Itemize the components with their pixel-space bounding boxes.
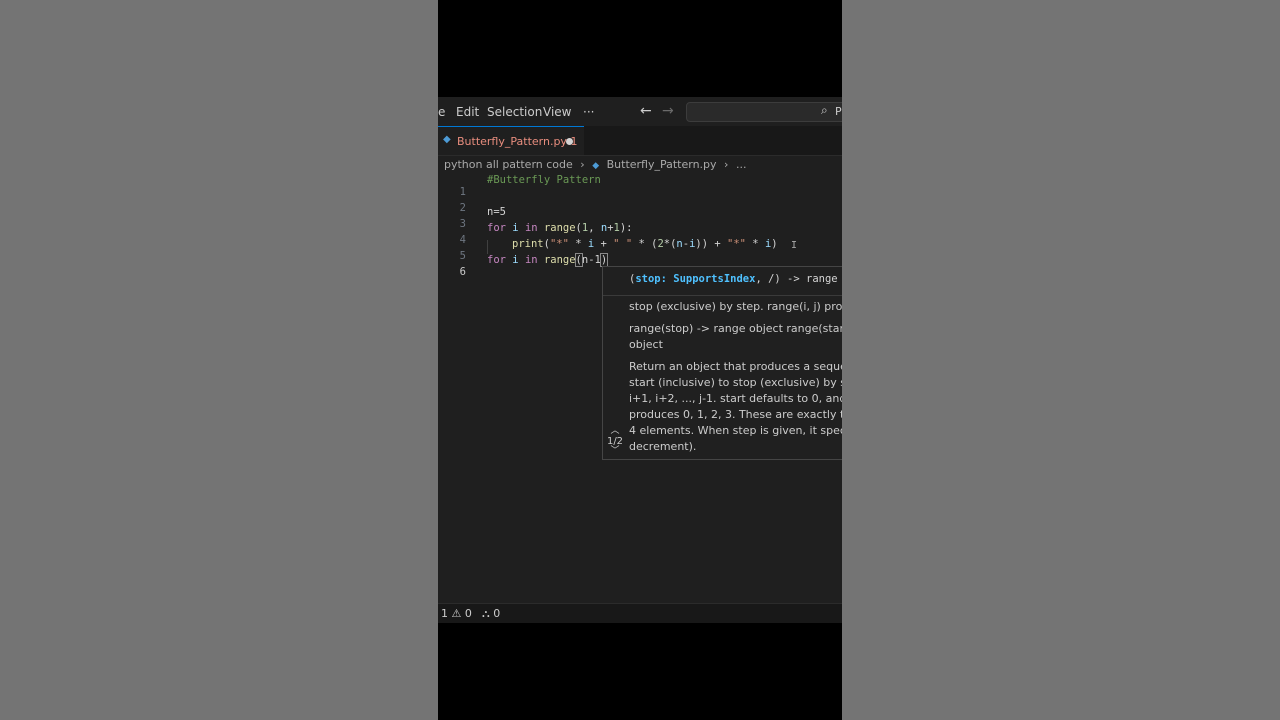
code-line: 2 [438, 190, 842, 214]
ports-status[interactable]: ⛬ 0 [482, 607, 500, 621]
print-statement-text: print("*" * i + " " * (2*(n-i)) + "*" * … [512, 238, 778, 250]
doc-line: object [629, 338, 663, 351]
for-loop-text: for i in range(1, n+1): [487, 222, 633, 234]
tab-butterfly-pattern[interactable]: ◆ Butterfly_Pattern.py 1 [438, 126, 584, 155]
broadcast-icon: ⛬ [482, 607, 490, 620]
forward-arrow-icon[interactable]: → [662, 103, 674, 119]
for-loop-text: for i in range(n-1) [487, 253, 609, 267]
doc-line: start (inclusive) to stop (exclusive) by… [629, 376, 842, 389]
line-number: 6 [459, 266, 466, 278]
breadcrumb: python all pattern code › ◆ Butterfly_Pa… [444, 158, 750, 171]
code-line: 4 for i in range(1, n+1): [438, 222, 842, 246]
code-line: 5 print("*" * i + " " * (2*(n-i)) + "*" … [438, 238, 842, 262]
error-count: 1 [441, 607, 448, 620]
command-center-search[interactable]: ⌕ Py [686, 102, 842, 122]
chevron-up-icon[interactable]: ︿ [604, 427, 626, 436]
chevron-right-icon: › [724, 158, 729, 171]
menu-file[interactable]: e [438, 105, 445, 119]
doc-line: range(stop) -> range object range(start,… [629, 322, 842, 335]
left-blur-background [0, 0, 438, 720]
title-bar: e Edit Selection View ··· ← → ⌕ Py [438, 97, 842, 126]
divider [603, 295, 842, 296]
warning-count: 0 [464, 607, 472, 620]
python-file-icon: ◆ [592, 161, 600, 171]
menu-selection[interactable]: Selection [487, 105, 542, 119]
tab-bar: ◆ Butterfly_Pattern.py 1 [438, 126, 842, 156]
doc-line: 4 elements. When step is given, it speci… [629, 424, 842, 437]
doc-line: stop (exclusive) by step. range(i, j) pr… [629, 300, 842, 313]
ports-count: 0 [493, 607, 501, 620]
assignment-text: n=5 [487, 206, 506, 218]
right-blur-background [842, 0, 1280, 720]
menu-more[interactable]: ··· [583, 105, 594, 119]
problems-status[interactable]: 1 ⚠ 0 [441, 607, 472, 620]
breadcrumb-more[interactable]: ... [736, 158, 747, 171]
status-bar: 1 ⚠ 0 ⛬ 0 [438, 603, 842, 623]
unsaved-dot-icon[interactable] [566, 138, 573, 145]
search-icon: ⌕ [821, 103, 828, 117]
breadcrumb-file[interactable]: Butterfly_Pattern.py [607, 158, 717, 171]
warning-icon: ⚠ [451, 607, 462, 620]
text-cursor-icon: I [791, 240, 798, 251]
code-line: 3 n=5 [438, 206, 842, 230]
menu-view[interactable]: View [543, 105, 571, 119]
search-text: Py [835, 105, 842, 118]
video-frame: e Edit Selection View ··· ← → ⌕ Py ◆ But… [438, 0, 842, 720]
overload-pager: ︿ 1/2 ﹀ [604, 427, 626, 456]
doc-line: i+1, i+2, ..., j-1. start defaults to 0,… [629, 392, 842, 405]
back-arrow-icon[interactable]: ← [640, 103, 652, 119]
breadcrumb-folder[interactable]: python all pattern code [444, 158, 573, 171]
chevron-right-icon: › [580, 158, 585, 171]
indent-guide [487, 240, 488, 254]
signature-help-popup[interactable]: (stop: SupportsIndex, /) -> range stop (… [602, 266, 842, 460]
chevron-down-icon[interactable]: ﹀ [604, 447, 626, 456]
doc-line: decrement). [629, 440, 697, 453]
vscode-window: e Edit Selection View ··· ← → ⌕ Py ◆ But… [438, 97, 842, 623]
tab-label: Butterfly_Pattern.py 1 [457, 135, 578, 148]
doc-line: produces 0, 1, 2, 3. These are exactly t… [629, 408, 842, 421]
comment-text: #Butterfly Pattern [487, 174, 601, 186]
menu-edit[interactable]: Edit [456, 105, 479, 119]
code-line: 1 #Butterfly Pattern [438, 174, 842, 198]
doc-line: Return an object that produces a sequenc [629, 360, 842, 373]
signature-text: (stop: SupportsIndex, /) -> range [629, 273, 838, 285]
python-file-icon: ◆ [443, 134, 451, 145]
